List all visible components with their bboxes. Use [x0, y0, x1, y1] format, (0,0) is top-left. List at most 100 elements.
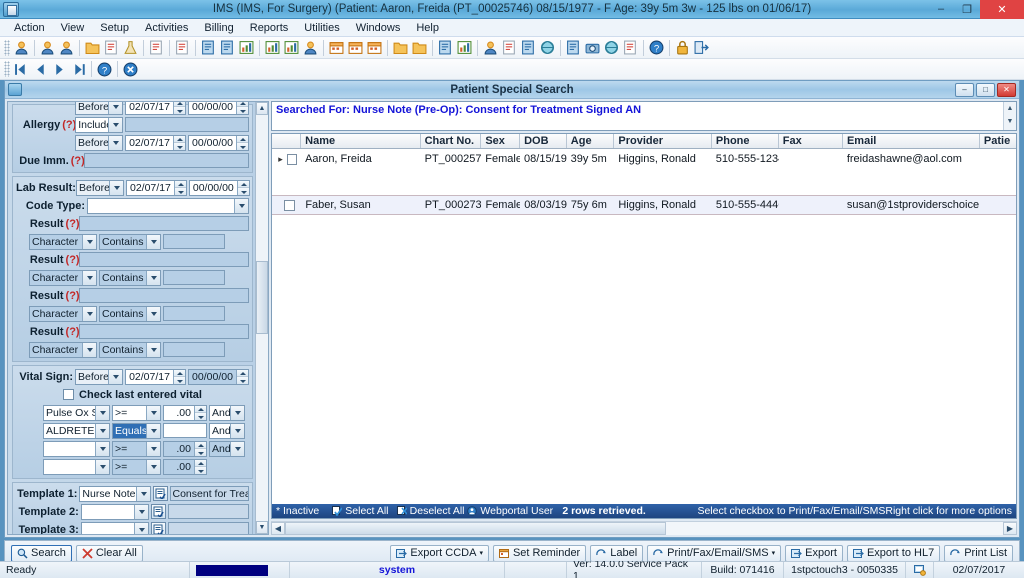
- chevron-down-icon[interactable]: [108, 117, 123, 132]
- scroll-left-icon[interactable]: ◀: [271, 522, 285, 535]
- allergy-before-top-combo[interactable]: Before: [75, 102, 124, 115]
- new-window-icon[interactable]: [565, 39, 582, 56]
- result-1-input[interactable]: [78, 216, 249, 231]
- result-3-type-combo[interactable]: Character: [29, 305, 97, 322]
- vital-1-join-combo[interactable]: And: [209, 404, 245, 421]
- vital-sign-date-spinner[interactable]: 02/07/17: [125, 368, 186, 385]
- allergy-time-top-spinner[interactable]: 00/00/00: [188, 102, 249, 115]
- logout-icon[interactable]: [693, 39, 710, 56]
- vital-4-name-combo[interactable]: [43, 458, 110, 475]
- menu-item-windows[interactable]: Windows: [348, 21, 409, 35]
- chevron-down-icon[interactable]: [108, 135, 123, 150]
- camera-icon[interactable]: [584, 39, 601, 56]
- toolbar-grip[interactable]: [4, 39, 10, 56]
- menu-item-utilities[interactable]: Utilities: [296, 21, 347, 35]
- export-hl7-button[interactable]: Export to HL7: [846, 544, 941, 561]
- toolbar-grip[interactable]: [4, 61, 10, 77]
- column-header-patient[interactable]: Patie: [980, 134, 1016, 148]
- column-header-phone[interactable]: Phone: [712, 134, 779, 148]
- results-horizontal-scrollbar[interactable]: ◀ ▶: [271, 521, 1017, 535]
- scroll-down-icon[interactable]: ▼: [1004, 115, 1016, 128]
- appointment-icon[interactable]: [366, 39, 383, 56]
- column-header-fax[interactable]: Fax: [779, 134, 843, 148]
- expand-row-icon[interactable]: ▸: [276, 150, 285, 168]
- chevron-down-icon[interactable]: [95, 405, 109, 420]
- vital-sign-before-combo[interactable]: Before: [75, 368, 124, 385]
- chevron-down-icon[interactable]: [82, 306, 96, 321]
- result-3-input[interactable]: [78, 288, 249, 303]
- criteria-vertical-scrollbar[interactable]: ▲ ▼: [255, 102, 268, 534]
- chevron-down-icon[interactable]: [82, 270, 96, 285]
- chevron-down-icon[interactable]: [146, 342, 160, 357]
- add-patient-icon[interactable]: [39, 39, 56, 56]
- scrollbar-thumb[interactable]: [256, 261, 268, 335]
- previous-record-icon[interactable]: [32, 61, 49, 78]
- menu-item-action[interactable]: Action: [6, 21, 53, 35]
- chevron-down-icon[interactable]: [230, 405, 244, 420]
- column-header-dob[interactable]: DOB: [520, 134, 567, 148]
- chevron-down-icon[interactable]: [146, 405, 160, 420]
- set-reminder-button[interactable]: Set Reminder: [492, 544, 587, 561]
- globe-icon[interactable]: [603, 39, 620, 56]
- last-record-icon[interactable]: [70, 61, 87, 78]
- chevron-down-icon[interactable]: [136, 486, 151, 501]
- column-header-email[interactable]: Email: [843, 134, 980, 148]
- export-icon[interactable]: [437, 39, 454, 56]
- allergy-input[interactable]: [125, 117, 249, 132]
- chevron-down-icon[interactable]: [146, 423, 160, 438]
- table-row[interactable]: ▸ Aaron, Freida PT_00025746 Female 08/15…: [272, 149, 1016, 169]
- fax-icon[interactable]: [520, 39, 537, 56]
- export-ccda-button[interactable]: Export CCDA ▾: [390, 544, 489, 561]
- result-4-op-combo[interactable]: Contains: [99, 341, 161, 358]
- row-2-select-cell[interactable]: [272, 199, 301, 211]
- verify-patient-icon[interactable]: [58, 39, 75, 56]
- result-4-text-input[interactable]: [163, 342, 225, 357]
- charges-icon[interactable]: [264, 39, 281, 56]
- dialog-maximize-button[interactable]: □: [976, 82, 995, 97]
- chevron-down-icon[interactable]: [146, 459, 160, 474]
- template-1-picker-icon[interactable]: [153, 486, 168, 501]
- check-last-vital-row[interactable]: Check last entered vital: [16, 386, 249, 403]
- result-4-input[interactable]: [78, 324, 249, 339]
- result-2-input[interactable]: [78, 252, 249, 267]
- menu-item-reports[interactable]: Reports: [242, 21, 297, 35]
- select-all-button[interactable]: Select All: [332, 505, 396, 517]
- row-1-select-cell[interactable]: ▸: [272, 150, 301, 168]
- inbox-icon[interactable]: [392, 39, 409, 56]
- result-2-text-input[interactable]: [163, 270, 225, 285]
- menu-item-billing[interactable]: Billing: [196, 21, 241, 35]
- column-header-sex[interactable]: Sex: [481, 134, 521, 148]
- allergy-before-bottom-combo[interactable]: Before: [75, 134, 124, 151]
- hscroll-thumb[interactable]: [285, 522, 666, 535]
- vital-3-name-combo[interactable]: [43, 440, 110, 457]
- row-2-checkbox[interactable]: [284, 199, 296, 211]
- scroll-up-icon[interactable]: ▲: [1004, 102, 1016, 115]
- patient-icon[interactable]: [13, 39, 30, 56]
- vital-2-value-input[interactable]: [163, 423, 207, 438]
- vital-1-name-combo[interactable]: Pulse Ox Satural: [43, 404, 110, 421]
- first-record-icon[interactable]: [13, 61, 30, 78]
- template-3-picker-icon[interactable]: [151, 522, 166, 534]
- result-2-type-combo[interactable]: Character: [29, 269, 97, 286]
- cancel-icon[interactable]: [122, 61, 139, 78]
- export-button[interactable]: Export: [785, 544, 843, 561]
- vital-sign-time-spinner[interactable]: 00/00/00: [188, 368, 249, 385]
- vital-4-value-spinner[interactable]: .00: [163, 458, 207, 475]
- column-header-provider[interactable]: Provider: [614, 134, 712, 148]
- chevron-down-icon[interactable]: [146, 306, 160, 321]
- vital-1-value-spinner[interactable]: .00: [163, 404, 207, 421]
- chevron-down-icon[interactable]: [109, 180, 123, 195]
- menu-item-activities[interactable]: Activities: [137, 21, 196, 35]
- lab-result-before-combo[interactable]: Before: [76, 179, 124, 196]
- menu-item-view[interactable]: View: [53, 21, 93, 35]
- clear-all-button[interactable]: Clear All: [75, 544, 143, 561]
- report-icon[interactable]: [501, 39, 518, 56]
- label-button[interactable]: Label: [590, 544, 644, 561]
- chevron-down-icon[interactable]: [230, 441, 244, 456]
- allergy-date-bottom-spinner[interactable]: 02/07/17: [125, 134, 186, 151]
- lock-icon[interactable]: [674, 39, 691, 56]
- due-imm-input[interactable]: [83, 153, 249, 168]
- import-icon[interactable]: [411, 39, 428, 56]
- refresh-icon[interactable]: [219, 39, 236, 56]
- chevron-down-icon[interactable]: ▾: [772, 549, 776, 557]
